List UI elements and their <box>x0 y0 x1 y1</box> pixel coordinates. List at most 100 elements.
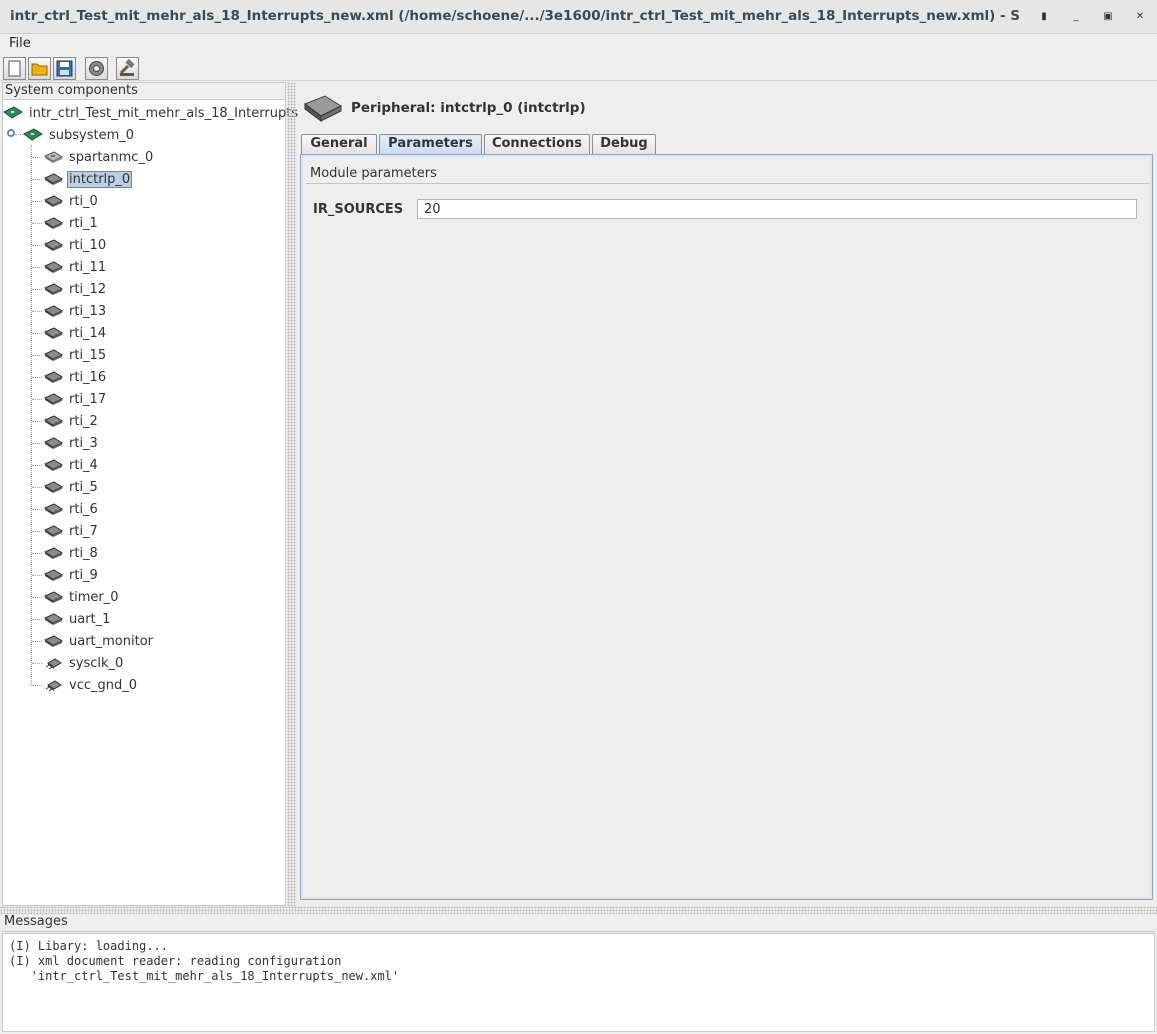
tree-item[interactable]: rti_2 <box>43 411 100 431</box>
tree-guide-line <box>31 145 32 685</box>
tree-item[interactable]: rti_0 <box>43 191 100 211</box>
tree-item[interactable]: rti_1 <box>43 213 100 233</box>
message-line: 'intr_ctrl_Test_mit_mehr_als_18_Interrup… <box>9 969 400 983</box>
chip-icon <box>43 502 67 516</box>
menu-bar: File <box>0 34 1157 55</box>
ir-sources-input[interactable] <box>417 199 1137 219</box>
chip-icon <box>43 414 67 428</box>
tree-item-label: rti_14 <box>69 325 107 341</box>
tree-item[interactable]: rti_13 <box>43 301 108 321</box>
tree-item[interactable]: uart_monitor <box>43 631 155 651</box>
messages-log: (I) Libary: loading... (I) xml document … <box>2 933 1155 1032</box>
tree-item[interactable]: rti_7 <box>43 521 100 541</box>
tab-connections[interactable]: Connections <box>484 134 590 154</box>
tree-item-root[interactable]: intr_ctrl_Test_mit_mehr_als_18_Interrupt… <box>3 103 300 123</box>
tree-item[interactable]: rti_10 <box>43 235 108 255</box>
tree-connector <box>32 157 42 158</box>
minimize-button[interactable]: ▮ <box>1035 8 1053 26</box>
title-bar: intr_ctrl_Test_mit_mehr_als_18_Interrupt… <box>0 0 1157 34</box>
tree-connector <box>32 245 42 246</box>
tree-item-label: rti_1 <box>69 215 98 231</box>
tree-connector <box>32 597 42 598</box>
tree-item[interactable]: sysclk_0 <box>43 653 125 673</box>
chip-icon <box>43 546 67 560</box>
tree-item-label: rti_15 <box>69 347 107 363</box>
tree-item[interactable]: timer_0 <box>43 587 121 607</box>
ir-sources-label: IR_SOURCES <box>313 202 404 217</box>
chip-icon <box>43 172 67 186</box>
tree-item-label: uart_monitor <box>69 633 154 649</box>
maximize-button[interactable]: ▣ <box>1099 8 1117 26</box>
tree-connector <box>32 355 42 356</box>
tree-item[interactable]: rti_3 <box>43 433 100 453</box>
peripheral-chip-icon <box>303 95 343 122</box>
build-button[interactable] <box>116 57 139 80</box>
open-folder-button[interactable] <box>28 57 51 80</box>
tree-item[interactable]: vcc_gnd_0 <box>43 675 139 695</box>
tree-item-subsystem[interactable]: subsystem_0 <box>23 125 136 145</box>
tree-item[interactable]: rti_11 <box>43 257 108 277</box>
open-folder-icon <box>31 63 48 76</box>
tree-connector <box>32 641 42 642</box>
tree-item-label: spartanmc_0 <box>69 149 154 165</box>
tree-item[interactable]: rti_6 <box>43 499 100 519</box>
menu-file[interactable]: File <box>9 36 31 51</box>
tree-connector <box>32 575 42 576</box>
save-disk-icon <box>56 60 73 77</box>
toolbar <box>0 55 1157 81</box>
save-button[interactable] <box>53 57 76 80</box>
tree-connector <box>32 531 42 532</box>
chip-icon <box>43 634 67 648</box>
tree-item[interactable]: rti_4 <box>43 455 100 475</box>
horizontal-splitter[interactable] <box>0 906 1157 914</box>
tree-item[interactable]: rti_14 <box>43 323 108 343</box>
tree-item[interactable]: spartanmc_0 <box>43 147 155 167</box>
tree-item-label: rti_10 <box>69 237 107 253</box>
new-document-button[interactable] <box>3 57 26 80</box>
tree-item[interactable]: rti_8 <box>43 543 100 563</box>
board-icon <box>3 106 27 120</box>
tree-item-label: intr_ctrl_Test_mit_mehr_als_18_Interrupt… <box>29 105 299 121</box>
tree-item[interactable]: rti_5 <box>43 477 100 497</box>
tree-connector <box>32 465 42 466</box>
build-hammer-icon <box>119 58 135 76</box>
tab-parameters[interactable]: Parameters <box>379 134 482 155</box>
tree-item[interactable]: rti_17 <box>43 389 108 409</box>
close-button[interactable]: ✕ <box>1131 8 1149 26</box>
chip-icon <box>43 612 67 626</box>
tree-item[interactable]: rti_9 <box>43 565 100 585</box>
tree-connector <box>32 201 42 202</box>
tab-general[interactable]: General <box>301 134 377 154</box>
tree-connector <box>32 179 42 180</box>
tree-connector <box>32 663 42 664</box>
settings-button[interactable] <box>85 57 108 80</box>
iconify-button[interactable]: _ <box>1067 8 1085 26</box>
tree-item[interactable]: rti_16 <box>43 367 108 387</box>
tree-item-label: rti_17 <box>69 391 107 407</box>
tree-connector <box>32 289 42 290</box>
tree-item-label: rti_3 <box>69 435 98 451</box>
small-chip-icon <box>43 678 67 692</box>
chip-icon <box>43 480 67 494</box>
board-icon <box>23 128 47 142</box>
tree-item[interactable]: rti_15 <box>43 345 108 365</box>
chip-icon <box>43 216 67 230</box>
tree-item[interactable]: intctrlp_0 <box>43 169 133 189</box>
tree-item-label: rti_13 <box>69 303 107 319</box>
tree-item-label: rti_8 <box>69 545 98 561</box>
message-line: (I) Libary: loading... <box>9 939 168 953</box>
tree-expand-handle[interactable] <box>7 129 15 137</box>
message-line: (I) xml document reader: reading configu… <box>9 954 342 968</box>
tab-debug[interactable]: Debug <box>592 134 656 154</box>
vertical-splitter[interactable] <box>287 82 296 906</box>
tree-item[interactable]: uart_1 <box>43 609 112 629</box>
tree-item[interactable]: rti_12 <box>43 279 108 299</box>
window-title: intr_ctrl_Test_mit_mehr_als_18_Interrupt… <box>10 8 1020 24</box>
tree-item-label: rti_11 <box>69 259 107 275</box>
tree-item-label: rti_7 <box>69 523 98 539</box>
cpu-chip-icon <box>43 150 67 164</box>
tree-item-label: vcc_gnd_0 <box>69 677 138 693</box>
tree-connector <box>32 553 42 554</box>
new-document-icon <box>8 60 21 77</box>
chip-icon <box>43 458 67 472</box>
